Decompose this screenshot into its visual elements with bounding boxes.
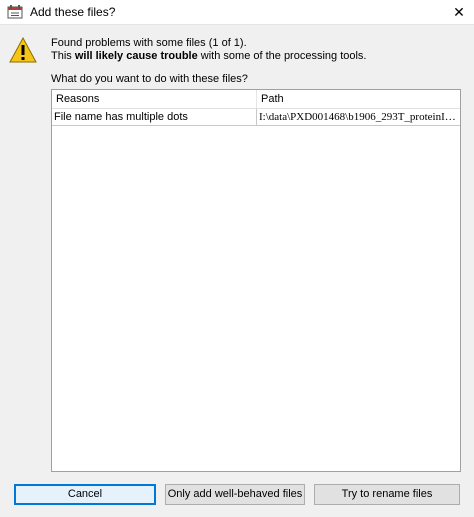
- window-title: Add these files?: [30, 5, 116, 19]
- warning-icon: [9, 37, 37, 63]
- table-row[interactable]: File name has multiple dots I:\data\PXD0…: [52, 109, 460, 126]
- detail-suffix: with some of the processing tools.: [197, 50, 367, 62]
- table-header: Reasons Path: [52, 90, 460, 109]
- problem-detail: This will likely cause trouble with some…: [51, 50, 366, 62]
- column-header-reasons[interactable]: Reasons: [52, 90, 257, 108]
- detail-prefix: This: [51, 50, 75, 62]
- column-header-path[interactable]: Path: [257, 90, 460, 108]
- rename-files-button[interactable]: Try to rename files: [314, 484, 460, 505]
- cell-reason: File name has multiple dots: [52, 109, 257, 125]
- close-button[interactable]: ✕: [444, 0, 474, 24]
- cell-path: I:\data\PXD001468\b1906_293T_proteinID..…: [259, 111, 460, 123]
- title-bar: Add these files? ✕: [0, 0, 474, 25]
- app-icon: [7, 5, 23, 19]
- only-add-well-behaved-button[interactable]: Only add well-behaved files: [165, 484, 305, 505]
- files-table[interactable]: Reasons Path File name has multiple dots…: [51, 89, 461, 472]
- question-label: What do you want to do with these files?: [51, 73, 248, 85]
- detail-emphasis: will likely cause trouble: [74, 50, 198, 62]
- cancel-button[interactable]: Cancel: [14, 484, 156, 505]
- problem-summary: Found problems with some files (1 of 1).: [51, 37, 247, 49]
- close-icon: ✕: [453, 3, 465, 20]
